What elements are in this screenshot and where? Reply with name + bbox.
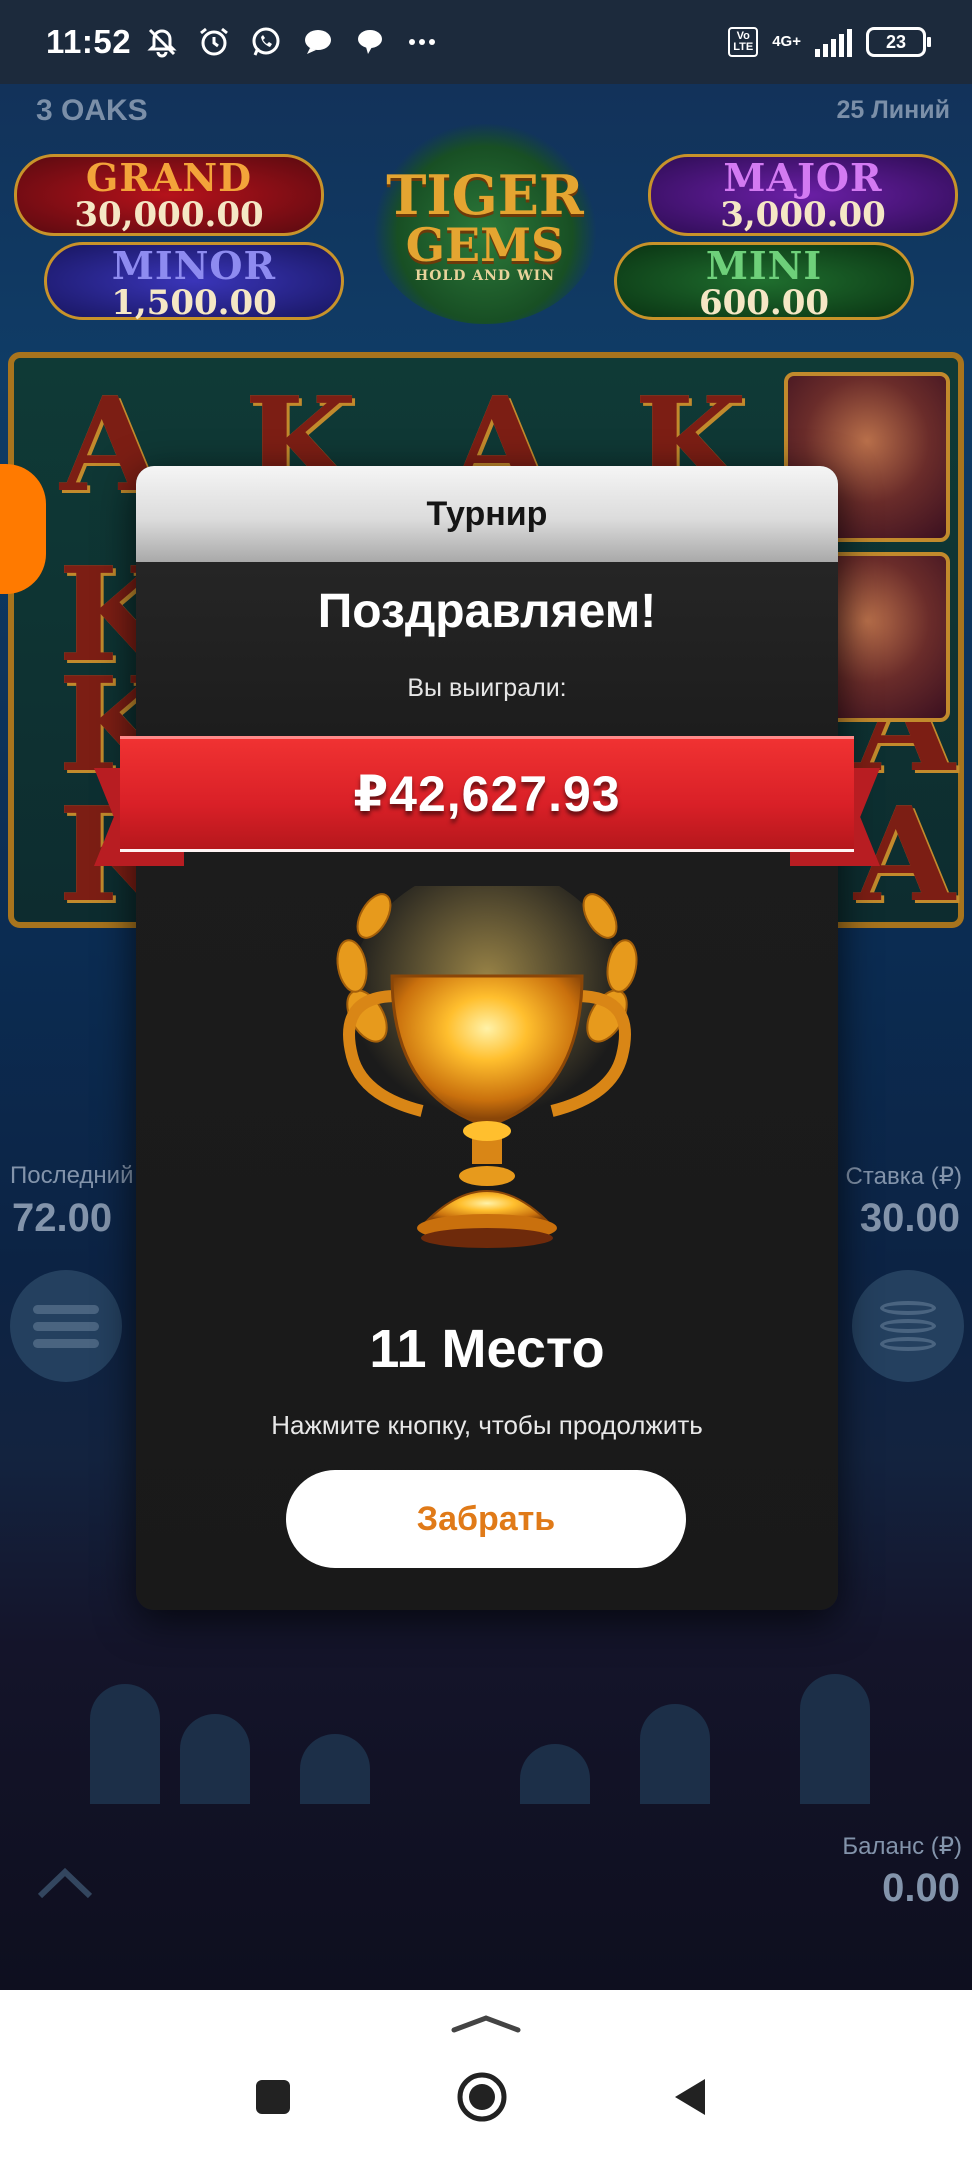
square-icon	[256, 2080, 290, 2114]
last-win-label: Последний	[10, 1162, 134, 1189]
bet-coins-button[interactable]	[852, 1270, 964, 1382]
background-trees	[0, 1604, 972, 1804]
game-logo: TIGER GEMS HOLD AND WIN	[370, 124, 600, 324]
you-won-label: Вы выиграли:	[407, 674, 567, 702]
balance-value: 0.00	[882, 1866, 960, 1910]
jackpot-minor: MINOR 1,500.00	[44, 242, 344, 323]
status-bar: 11:52 Vo LTE 4G+ 23	[0, 0, 972, 84]
jackpot-mini-name: MINI	[705, 243, 823, 288]
dialog-header: Турнир	[136, 466, 838, 562]
home-button[interactable]	[447, 2062, 517, 2132]
trophy-icon	[336, 886, 638, 1248]
coins-icon	[880, 1294, 936, 1358]
side-tab-button[interactable]	[0, 464, 46, 594]
jackpot-grand-name: GRAND	[85, 155, 253, 200]
bell-off-icon	[145, 25, 179, 59]
prize-amount: ₽42,627.93	[353, 766, 621, 822]
claim-button-label: Забрать	[416, 1499, 556, 1538]
jackpot-major-name: MAJOR	[723, 155, 883, 200]
network-type: 4G+	[772, 33, 801, 50]
bet-value: 30.00	[859, 1196, 960, 1240]
game-title-line1: TIGER	[386, 163, 584, 227]
signal-icon	[815, 27, 852, 57]
jackpot-major: MAJOR 3,000.00	[648, 154, 958, 236]
jackpot-minor-name: MINOR	[111, 243, 277, 288]
triangle-back-icon	[675, 2079, 705, 2115]
message-icon	[301, 25, 335, 59]
lines-count: 25 Линий	[836, 96, 950, 124]
alarm-icon	[197, 25, 231, 59]
provider-logo: 3 OAKS	[36, 94, 148, 127]
menu-icon	[33, 1297, 99, 1356]
bet-label: Ставка (₽)	[845, 1163, 962, 1190]
circle-icon	[457, 2072, 507, 2122]
prize-ribbon: ₽42,627.93	[120, 736, 854, 852]
balance-label: Баланс (₽)	[842, 1833, 962, 1860]
continue-hint: Нажмите кнопку, чтобы продолжить	[271, 1410, 703, 1440]
jackpot-mini-value: 600.00	[698, 283, 830, 323]
tournament-place: 11 Место	[369, 1319, 605, 1379]
chevron-up-icon[interactable]	[30, 1858, 100, 1908]
game-title-line3: HOLD AND WIN	[414, 268, 556, 284]
last-win-value: 72.00	[12, 1196, 113, 1240]
claim-button[interactable]: Забрать	[286, 1470, 686, 1568]
system-indicators: Vo LTE 4G+ 23	[728, 27, 931, 57]
recents-button[interactable]	[238, 2062, 308, 2132]
whatsapp-icon	[249, 25, 283, 59]
jackpot-minor-value: 1,500.00	[111, 283, 277, 323]
notification-icons	[145, 25, 439, 59]
navigation-bar	[0, 1990, 972, 2160]
jackpot-major-value: 3,000.00	[720, 195, 886, 235]
menu-button[interactable]	[10, 1270, 122, 1382]
jackpot-grand: GRAND 30,000.00	[14, 154, 324, 236]
congrats-heading: Поздравляем!	[317, 585, 657, 638]
dialog-title: Турнир	[426, 494, 548, 533]
battery-icon: 23	[866, 27, 931, 57]
chat-icon	[353, 25, 387, 59]
tournament-win-dialog: Турнир Поздравляем! Вы выиграли: ₽42,627…	[94, 466, 880, 1610]
status-time: 11:52	[46, 23, 132, 60]
back-button[interactable]	[656, 2062, 726, 2132]
jackpot-grand-value: 30,000.00	[74, 195, 264, 235]
volte-icon: Vo LTE	[728, 27, 759, 57]
game-title-line2: GEMS	[405, 218, 565, 272]
chevron-up-icon[interactable]	[448, 2012, 524, 2036]
jackpot-mini: MINI 600.00	[614, 242, 914, 323]
more-icon	[405, 25, 439, 59]
